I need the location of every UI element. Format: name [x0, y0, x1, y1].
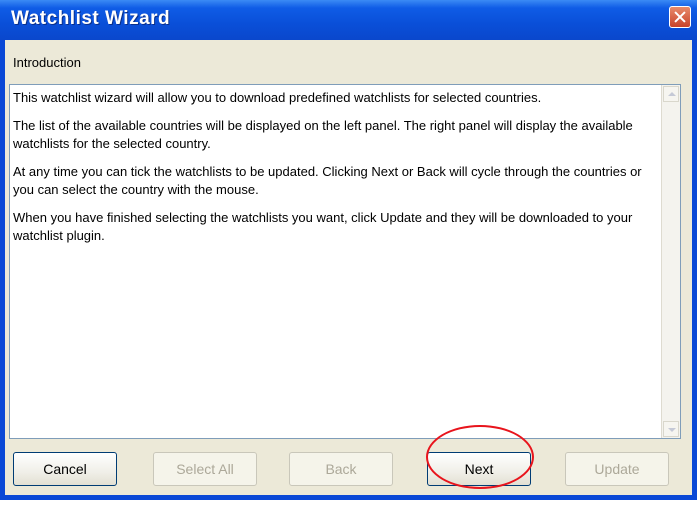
- scroll-up-icon[interactable]: [663, 86, 679, 102]
- cancel-button[interactable]: Cancel: [13, 452, 117, 486]
- intro-paragraph: This watchlist wizard will allow you to …: [13, 90, 542, 105]
- intro-text: This watchlist wizard will allow you to …: [10, 85, 660, 438]
- wizard-window: Watchlist Wizard Introduction This watch…: [0, 0, 697, 500]
- window-title: Watchlist Wizard: [11, 8, 171, 29]
- scroll-down-icon[interactable]: [663, 421, 679, 437]
- highlight-circle: [426, 425, 534, 489]
- update-button[interactable]: Update: [565, 452, 669, 486]
- vertical-scrollbar[interactable]: [661, 85, 680, 438]
- intro-paragraph: At any time you can tick the watchlists …: [13, 164, 642, 197]
- select-all-button[interactable]: Select All: [153, 452, 257, 486]
- back-button[interactable]: Back: [289, 452, 393, 486]
- intro-paragraph: The list of the available countries will…: [13, 118, 633, 151]
- intro-paragraph: When you have finished selecting the wat…: [13, 210, 633, 243]
- close-icon[interactable]: [669, 6, 691, 28]
- section-title: Introduction: [13, 55, 81, 70]
- dialog-body: Introduction This watchlist wizard will …: [5, 40, 692, 495]
- title-bar: Watchlist Wizard: [0, 0, 697, 40]
- intro-text-panel: This watchlist wizard will allow you to …: [9, 84, 681, 439]
